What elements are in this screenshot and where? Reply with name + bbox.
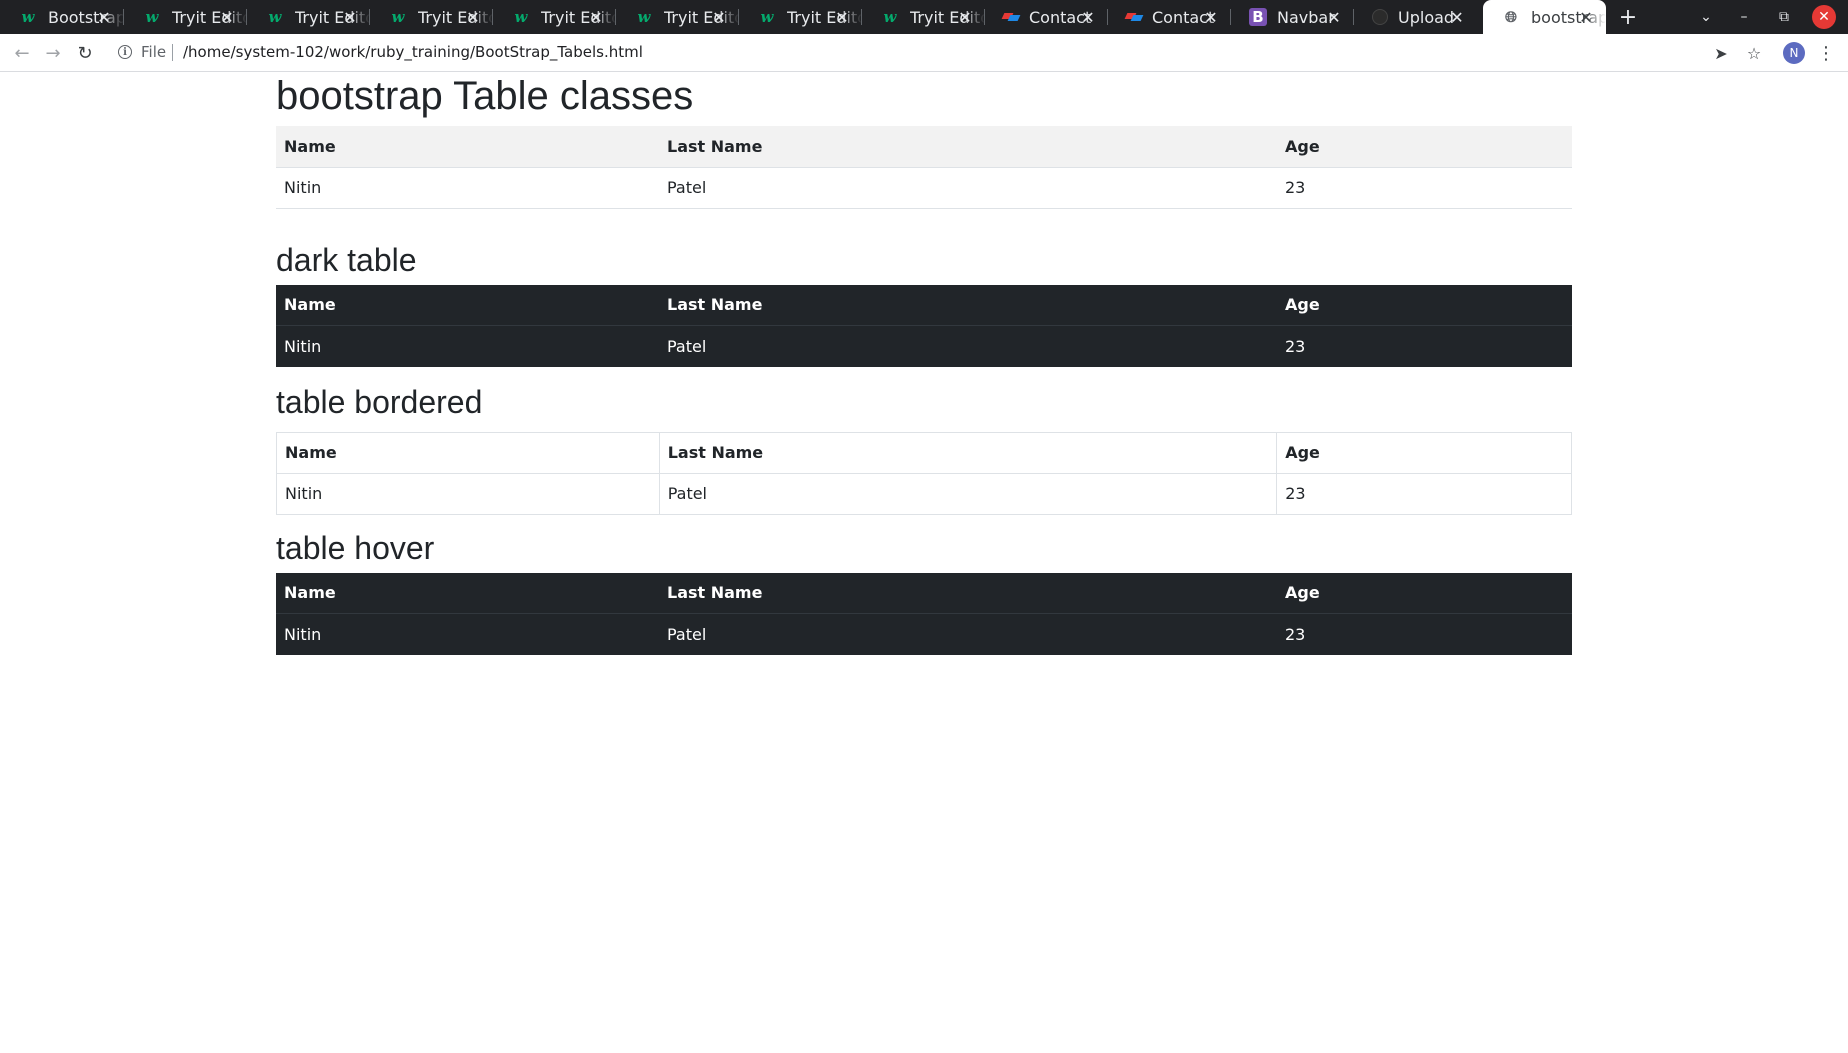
send-icon[interactable]: ➤ bbox=[1707, 40, 1735, 66]
profile-avatar[interactable]: N bbox=[1783, 42, 1805, 64]
tab-upload[interactable]: Upload ✕ bbox=[1354, 0, 1477, 34]
table-row: Nitin Patel 23 bbox=[276, 613, 1572, 655]
column-header-name: Name bbox=[284, 583, 336, 603]
table-header-row: Name Last Name Age bbox=[276, 285, 1572, 326]
close-icon[interactable]: ✕ bbox=[1324, 7, 1344, 27]
table-header-row: Name Last Name Age bbox=[276, 573, 1572, 614]
cell-name: Nitin bbox=[276, 325, 659, 367]
column-header-name: Name bbox=[284, 295, 336, 315]
close-icon[interactable]: ✕ bbox=[709, 7, 729, 27]
new-tab-button[interactable]: + bbox=[1610, 0, 1646, 34]
tab-contact[interactable]: Contact ✕ bbox=[985, 0, 1108, 34]
w3schools-icon: w bbox=[268, 8, 282, 26]
w3schools-icon: w bbox=[883, 8, 897, 26]
section-title-hover: table hover bbox=[276, 529, 435, 566]
tab-tryit-editor[interactable]: w Tryit Editor ✕ bbox=[124, 0, 247, 34]
tab-bootstrap-active[interactable]: 🌐︎ bootstrap ✕ bbox=[1483, 0, 1606, 34]
restore-icon[interactable]: ⧉ bbox=[1766, 0, 1802, 34]
close-icon[interactable]: ✕ bbox=[832, 7, 852, 27]
section-title-dark: dark table bbox=[276, 241, 417, 278]
column-header-last-name: Last Name bbox=[659, 126, 1277, 168]
w3schools-icon: w bbox=[145, 8, 159, 26]
cell-name: Nitin bbox=[276, 472, 660, 515]
cell-age: 23 bbox=[1277, 613, 1572, 655]
info-icon[interactable]: i bbox=[118, 45, 132, 59]
close-icon[interactable]: ✕ bbox=[1447, 7, 1467, 27]
cell-age: 23 bbox=[1276, 472, 1572, 515]
table-header-row: Name Last Name Age bbox=[276, 126, 1572, 168]
bootstrap-icon: B bbox=[1249, 8, 1267, 26]
cell-last-name: Patel bbox=[659, 325, 1277, 367]
column-header-age: Age bbox=[1285, 583, 1320, 603]
tab-tryit-editor[interactable]: w Tryit Editor ✕ bbox=[616, 0, 739, 34]
table-hover: Name Last Name Age Nitin Patel 23 bbox=[276, 572, 1572, 655]
close-icon[interactable]: ✕ bbox=[1576, 7, 1596, 27]
close-icon[interactable]: ✕ bbox=[586, 7, 606, 27]
close-icon[interactable]: ✕ bbox=[340, 7, 360, 27]
table-header-row: Name Last Name Age bbox=[276, 431, 1572, 474]
column-header-age: Age bbox=[1276, 431, 1572, 474]
bookmark-star-icon[interactable]: ☆ bbox=[1740, 40, 1768, 66]
tab-strip: w Bootstrap ✕ w Tryit Editor ✕ w Tryit E… bbox=[0, 0, 1848, 34]
cell-last-name: Patel bbox=[659, 613, 1277, 655]
table-row: Nitin Patel 23 bbox=[276, 472, 1572, 515]
column-header-name: Name bbox=[276, 126, 659, 168]
close-icon[interactable]: ✕ bbox=[1078, 7, 1098, 27]
close-icon[interactable]: ✕ bbox=[94, 7, 114, 27]
cell-last-name: Patel bbox=[658, 472, 1278, 515]
column-header-last-name: Last Name bbox=[667, 583, 763, 603]
tab-tryit-editor[interactable]: w Tryit Editor ✕ bbox=[739, 0, 862, 34]
cell-name: Nitin bbox=[276, 613, 659, 655]
reload-icon[interactable]: ↻ bbox=[71, 40, 99, 66]
column-header-last-name: Last Name bbox=[658, 431, 1278, 474]
page-content: bootstrap Table classes Name Last Name A… bbox=[276, 72, 1572, 655]
cell-age: 23 bbox=[1277, 325, 1572, 367]
globe-icon: 🌐︎ bbox=[1504, 8, 1517, 26]
tab-contact[interactable]: Contact ✕ bbox=[1108, 0, 1231, 34]
tab-tryit-editor[interactable]: w Tryit Editor ✕ bbox=[370, 0, 493, 34]
cell-age: 23 bbox=[1277, 167, 1572, 209]
contact-icon bbox=[1003, 13, 1019, 21]
table-bordered: Name Last Name Age Nitin Patel 23 bbox=[276, 431, 1572, 515]
minimize-icon[interactable]: – bbox=[1726, 0, 1762, 34]
close-icon[interactable]: ✕ bbox=[217, 7, 237, 27]
window-close-icon[interactable]: ✕ bbox=[1812, 5, 1836, 29]
column-header-name: Name bbox=[276, 431, 660, 474]
table-dark: Name Last Name Age Nitin Patel 23 bbox=[276, 284, 1572, 367]
menu-icon[interactable]: ⋮ bbox=[1817, 41, 1835, 65]
tab-tryit-editor[interactable]: w Tryit Editor ✕ bbox=[247, 0, 370, 34]
w3schools-icon: w bbox=[21, 8, 35, 26]
browser-toolbar: ← → ↻ i File /home/system-102/work/ruby_… bbox=[0, 34, 1848, 72]
forward-icon[interactable]: → bbox=[39, 40, 67, 66]
w3schools-icon: w bbox=[391, 8, 405, 26]
column-header-last-name: Last Name bbox=[667, 295, 763, 315]
column-header-age: Age bbox=[1285, 295, 1320, 315]
github-icon bbox=[1372, 9, 1388, 25]
table-basic: Name Last Name Age Nitin Patel 23 bbox=[276, 126, 1572, 209]
page-title: bootstrap Table classes bbox=[276, 74, 694, 118]
cell-last-name: Patel bbox=[659, 167, 1277, 209]
section-title-bordered: table bordered bbox=[276, 383, 483, 420]
url-scheme-label: File bbox=[141, 43, 167, 61]
url-divider bbox=[172, 44, 173, 61]
contact-icon bbox=[1126, 13, 1142, 21]
address-bar[interactable]: /home/system-102/work/ruby_training/Boot… bbox=[183, 43, 643, 61]
column-header-age: Age bbox=[1277, 126, 1572, 168]
tab-bootstrap[interactable]: w Bootstrap ✕ bbox=[0, 0, 124, 34]
w3schools-icon: w bbox=[637, 8, 651, 26]
tab-navbar[interactable]: B Navbar ✕ bbox=[1231, 0, 1354, 34]
tab-tryit-editor[interactable]: w Tryit Editor ✕ bbox=[862, 0, 985, 34]
w3schools-icon: w bbox=[514, 8, 528, 26]
close-icon[interactable]: ✕ bbox=[955, 7, 975, 27]
close-icon[interactable]: ✕ bbox=[463, 7, 483, 27]
table-row: Nitin Patel 23 bbox=[276, 167, 1572, 209]
tab-tryit-editor[interactable]: w Tryit Editor ✕ bbox=[493, 0, 616, 34]
back-icon[interactable]: ← bbox=[8, 40, 36, 66]
tab-search-icon[interactable]: ⌄ bbox=[1688, 0, 1724, 34]
table-row: Nitin Patel 23 bbox=[276, 325, 1572, 367]
close-icon[interactable]: ✕ bbox=[1201, 7, 1221, 27]
w3schools-icon: w bbox=[760, 8, 774, 26]
cell-name: Nitin bbox=[276, 167, 659, 209]
